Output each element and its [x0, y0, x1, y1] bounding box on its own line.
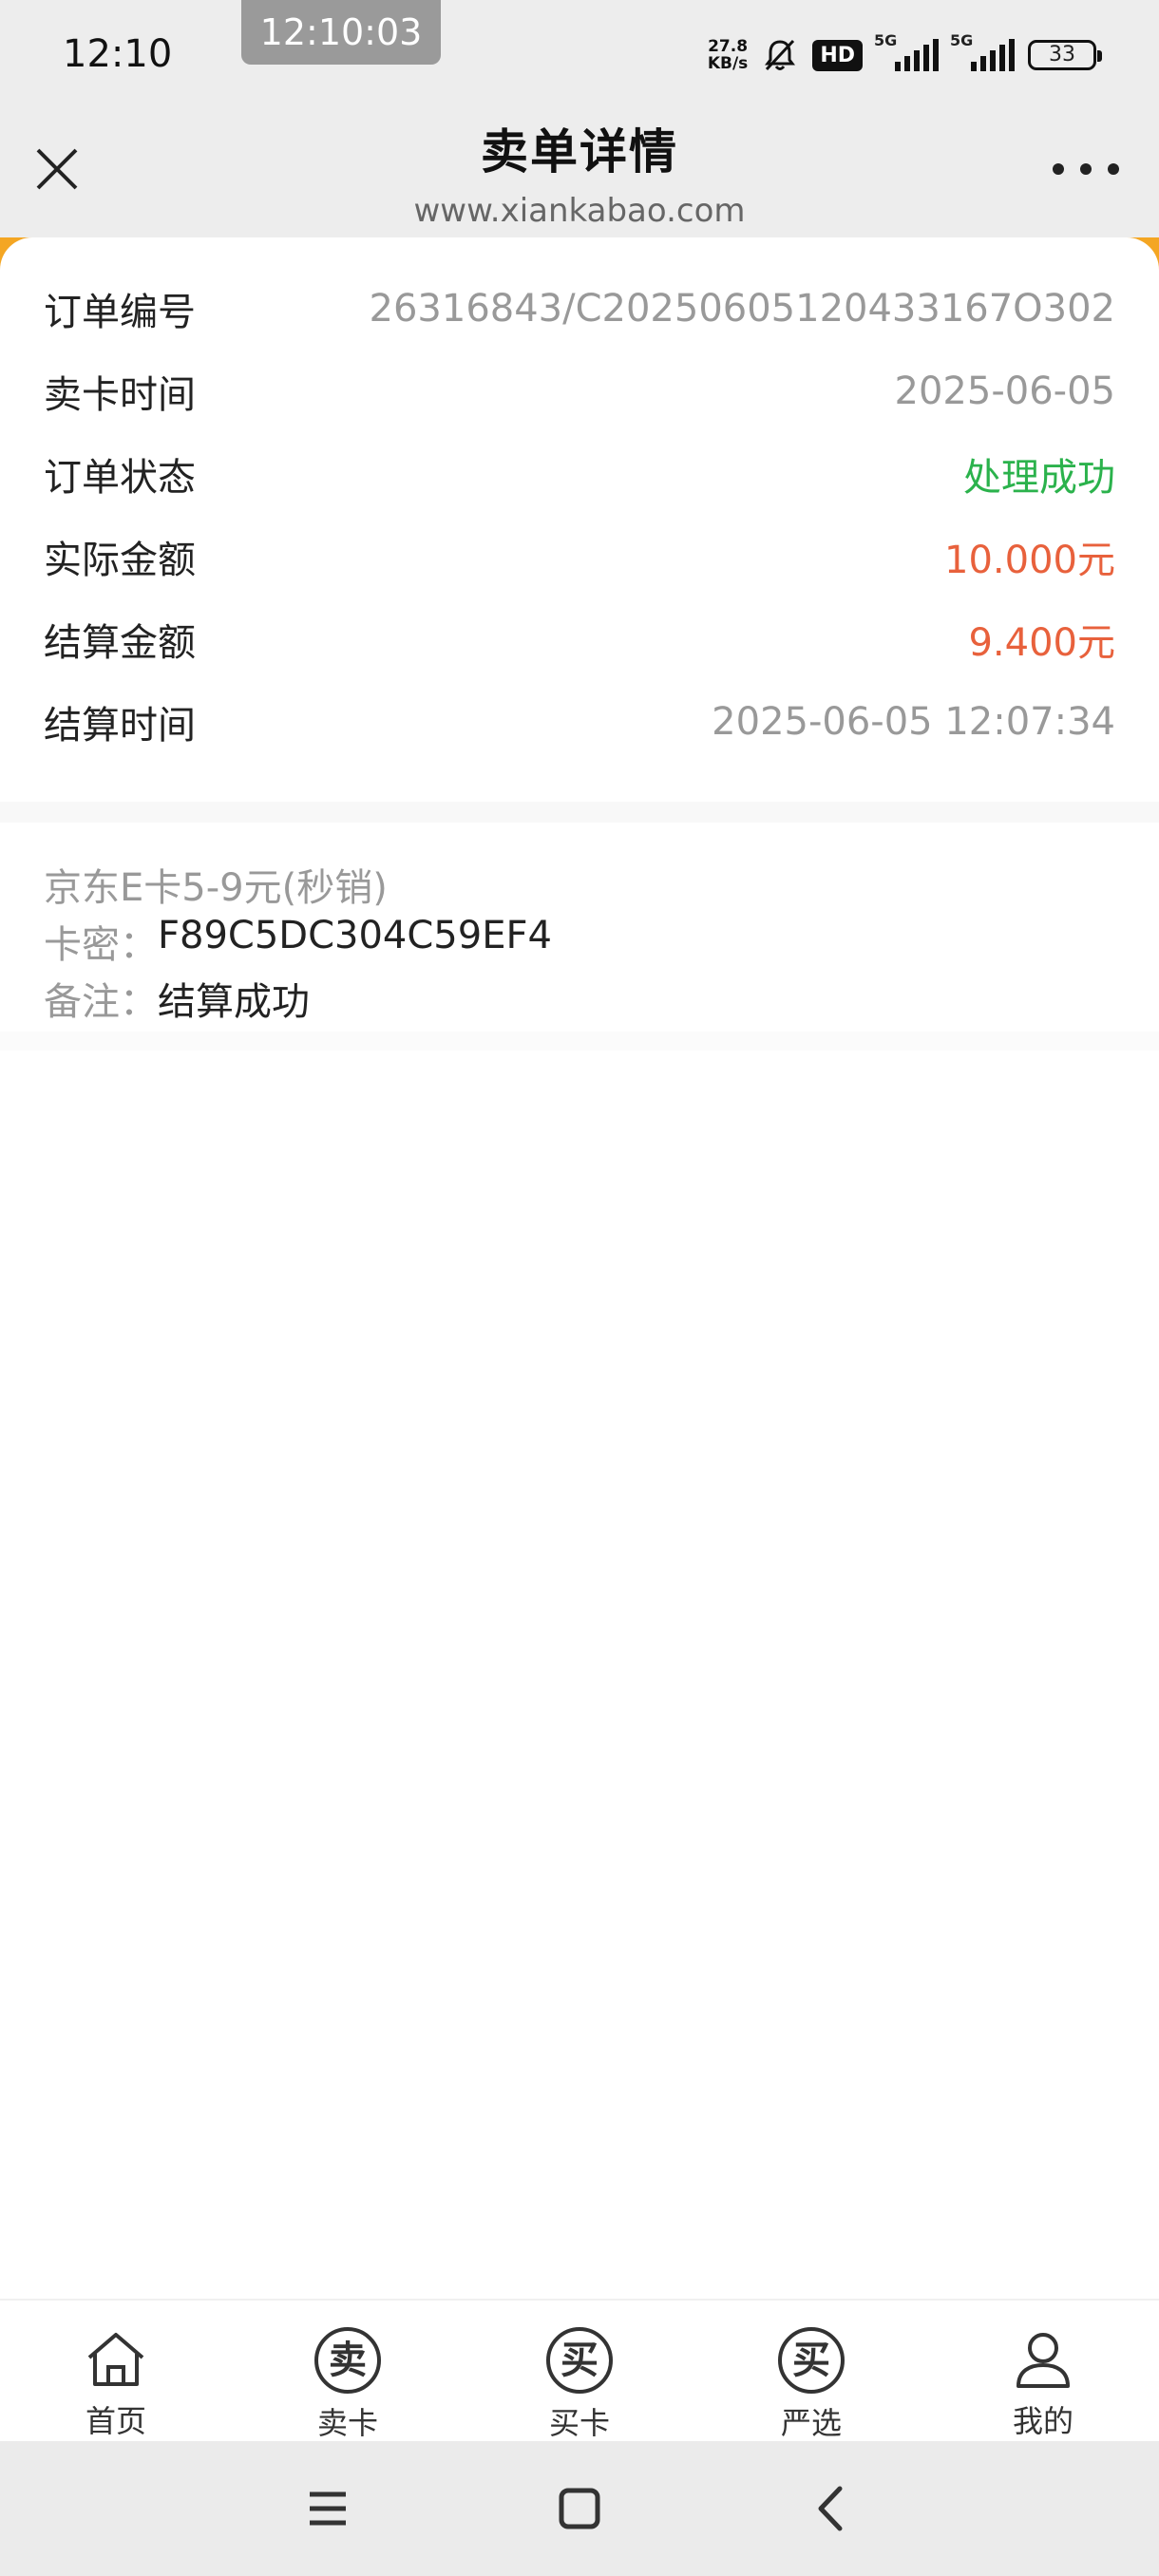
row-label: 卖卡时间 — [44, 373, 196, 417]
tab-label: 买卡 — [548, 2405, 610, 2441]
settle-amount-row: 结算金额 9.400元 — [44, 611, 1115, 668]
buy-icon: 买 — [546, 2327, 613, 2394]
back-icon — [818, 2486, 843, 2531]
sell-icon: 卖 — [314, 2327, 381, 2394]
bottom-tab-bar: 首页 卖 卖卡 买 买卡 买 严选 我的 — [0, 2299, 1159, 2441]
card-secret-line[interactable]: 卡密： F89C5DC304C59EF4 — [44, 914, 552, 969]
card-note-value: 结算成功 — [158, 980, 310, 1024]
tab-mine[interactable]: 我的 — [927, 2301, 1159, 2441]
system-nav-bar — [0, 2441, 1159, 2576]
row-label: 实际金额 — [44, 539, 196, 582]
page-url: www.xiankabao.com — [413, 192, 746, 230]
select-icon: 买 — [778, 2327, 845, 2394]
card-product-name: 京东E卡5-9元(秒销) — [44, 866, 388, 910]
card-note-line: 备注： 结算成功 — [44, 971, 310, 1026]
section-divider — [0, 802, 1159, 823]
square-icon — [559, 2488, 600, 2529]
tab-buy[interactable]: 买 买卡 — [464, 2301, 695, 2441]
status-icons: 27.8 KB/s HD 5G 5G 33 — [707, 31, 1102, 78]
settle-time-value: 2025-06-05 12:07:34 — [712, 700, 1115, 744]
clock-badge: 12:10:03 — [241, 0, 441, 65]
tab-home[interactable]: 首页 — [0, 2301, 232, 2441]
tab-sell[interactable]: 卖 卖卡 — [232, 2301, 464, 2441]
status-time: 12:10 — [63, 32, 173, 76]
card-secret-value[interactable]: F89C5DC304C59EF4 — [158, 914, 552, 969]
settle-time-row: 结算时间 2025-06-05 12:07:34 — [44, 693, 1115, 750]
more-button[interactable] — [1053, 152, 1119, 186]
order-detail-card: 订单编号 26316843/C20250605120433167O302 卖卡时… — [0, 237, 1159, 802]
actual-amount-row: 实际金额 10.000元 — [44, 528, 1115, 585]
more-dot-icon — [1053, 163, 1064, 175]
tab-label: 卖卡 — [316, 2405, 378, 2441]
actual-amount-value: 10.000元 — [944, 539, 1115, 582]
row-label: 订单编号 — [44, 291, 196, 334]
recents-button[interactable] — [294, 2475, 361, 2542]
title-block: 卖单详情 www.xiankabao.com — [0, 114, 1159, 230]
order-number-row: 订单编号 26316843/C20250605120433167O302 — [44, 280, 1115, 337]
tab-label: 首页 — [85, 2403, 146, 2439]
tab-label: 严选 — [780, 2405, 842, 2441]
home-button[interactable] — [546, 2475, 613, 2542]
menu-icon — [310, 2491, 346, 2526]
row-label: 结算时间 — [44, 704, 196, 748]
user-icon — [1016, 2333, 1070, 2388]
bell-muted-icon — [765, 39, 796, 71]
tab-label: 我的 — [1012, 2403, 1074, 2439]
order-number-value: 26316843/C20250605120433167O302 — [369, 287, 1115, 331]
order-status-value: 处理成功 — [963, 456, 1115, 500]
card-info-section: 京东E卡5-9元(秒销) 卡密： F89C5DC304C59EF4 备注： 结算… — [0, 823, 1159, 1032]
light-band — [0, 1032, 1159, 1051]
order-status-row: 订单状态 处理成功 — [44, 445, 1115, 502]
network-speed: 27.8 KB/s — [707, 37, 749, 73]
signal-icon: 5G — [874, 31, 939, 71]
battery-icon: 33 — [1028, 40, 1102, 70]
settle-amount-value: 9.400元 — [968, 621, 1115, 665]
page-title: 卖单详情 — [481, 124, 678, 180]
more-dot-icon — [1108, 163, 1119, 175]
card-note-label: 备注： — [44, 980, 158, 1024]
row-label: 结算金额 — [44, 621, 196, 665]
signal-icon: 5G — [950, 31, 1015, 71]
back-button[interactable] — [798, 2475, 864, 2542]
sell-time-row: 卖卡时间 2025-06-05 — [44, 363, 1115, 420]
row-label: 订单状态 — [44, 456, 196, 500]
app-header: 卖单详情 www.xiankabao.com — [0, 104, 1159, 237]
hd-badge: HD — [812, 39, 863, 71]
tab-select[interactable]: 买 严选 — [695, 2301, 927, 2441]
more-dot-icon — [1080, 163, 1092, 175]
sell-time-value: 2025-06-05 — [894, 369, 1115, 413]
home-icon — [87, 2333, 144, 2386]
card-secret-label: 卡密： — [44, 923, 158, 967]
status-bar: 12:10 12:10:03 27.8 KB/s HD 5G 5G 33 — [0, 0, 1159, 104]
